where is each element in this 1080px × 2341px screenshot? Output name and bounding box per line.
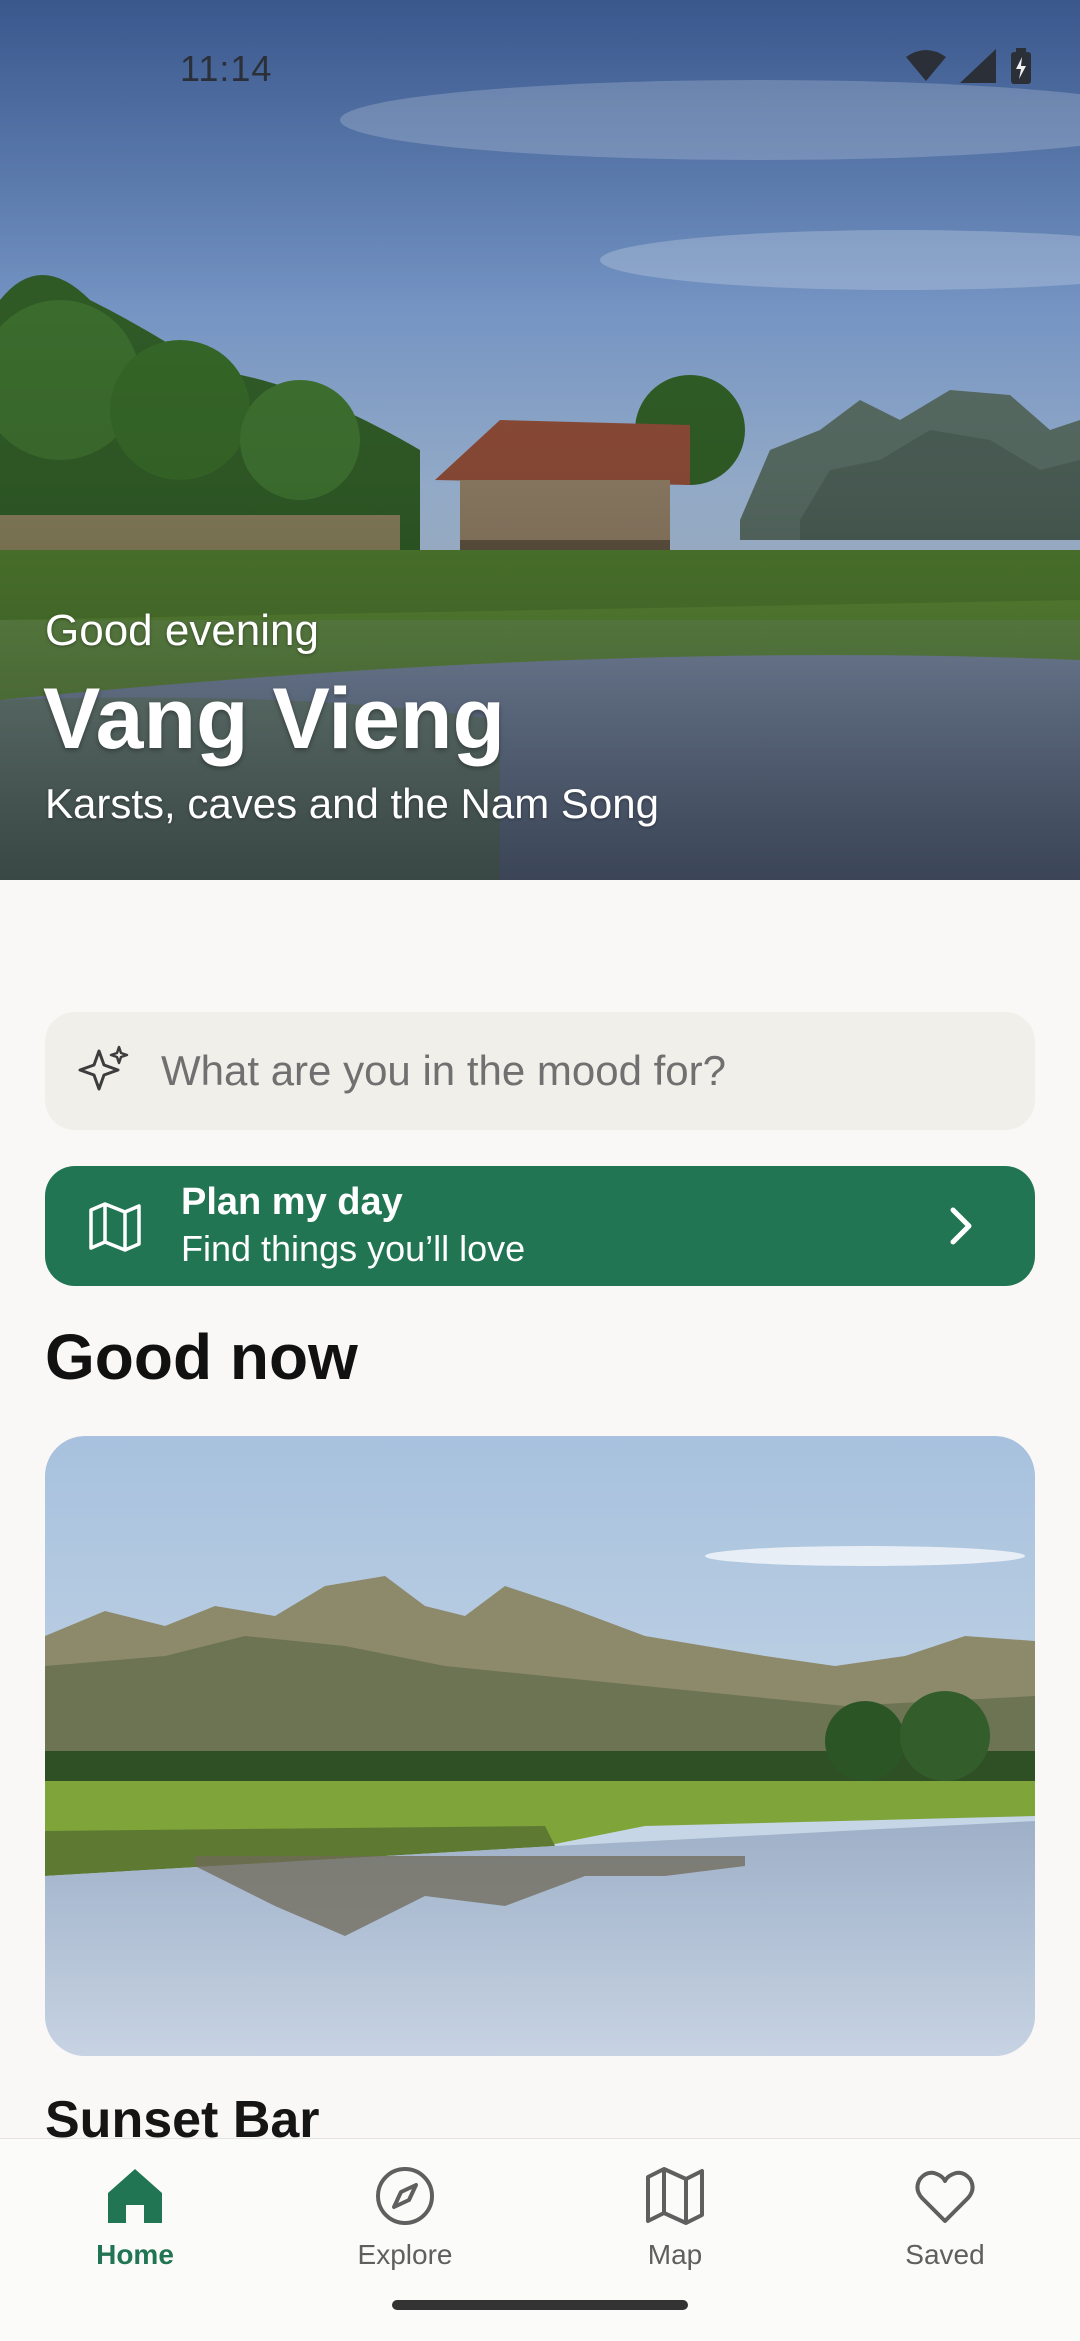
city-tagline: Karsts, caves and the Nam Song xyxy=(45,780,659,827)
status-icons xyxy=(906,48,1032,84)
plan-subtitle: Find things you’ll love xyxy=(181,1228,526,1269)
nav-item-saved[interactable]: Saved xyxy=(810,2139,1080,2341)
heart-icon xyxy=(915,2170,975,2223)
nav-item-home[interactable]: Home xyxy=(0,2139,270,2341)
mood-search-bar[interactable] xyxy=(45,1012,1035,1130)
nav-label-home: Home xyxy=(96,2239,174,2270)
plan-my-day-button[interactable]: Plan my day Find things you’ll love xyxy=(45,1166,1035,1286)
nav-label-saved: Saved xyxy=(905,2239,985,2270)
nav-label-map: Map xyxy=(647,2239,703,2270)
place-card-image[interactable] xyxy=(45,1436,1035,2056)
greeting-text: Good evening xyxy=(45,606,319,655)
wifi-icon xyxy=(906,50,946,81)
signal-icon xyxy=(960,49,996,83)
karst-landscape-image xyxy=(45,1436,1035,2056)
compass-icon xyxy=(376,2167,434,2225)
sparkle-icon xyxy=(78,1045,129,1091)
home-indicator[interactable] xyxy=(392,2300,688,2310)
plan-title: Plan my day xyxy=(181,1181,403,1223)
status-time: 11:14 xyxy=(180,48,273,89)
nav-label-explore: Explore xyxy=(357,2239,453,2270)
mood-search-input[interactable] xyxy=(159,1046,963,1096)
section-title: Good now xyxy=(45,1321,358,1393)
home-icon xyxy=(108,2169,162,2223)
chevron-right-icon xyxy=(950,1207,972,1245)
map-icon xyxy=(646,2167,704,2225)
nav-item-explore[interactable]: Explore xyxy=(270,2139,540,2341)
bottom-navigation: Home Explore Map Saved xyxy=(0,2138,1080,2341)
city-title: Vang Vieng xyxy=(43,671,505,767)
nav-item-map[interactable]: Map xyxy=(540,2139,810,2341)
map-icon xyxy=(89,1202,141,1252)
battery-icon xyxy=(1011,48,1031,84)
